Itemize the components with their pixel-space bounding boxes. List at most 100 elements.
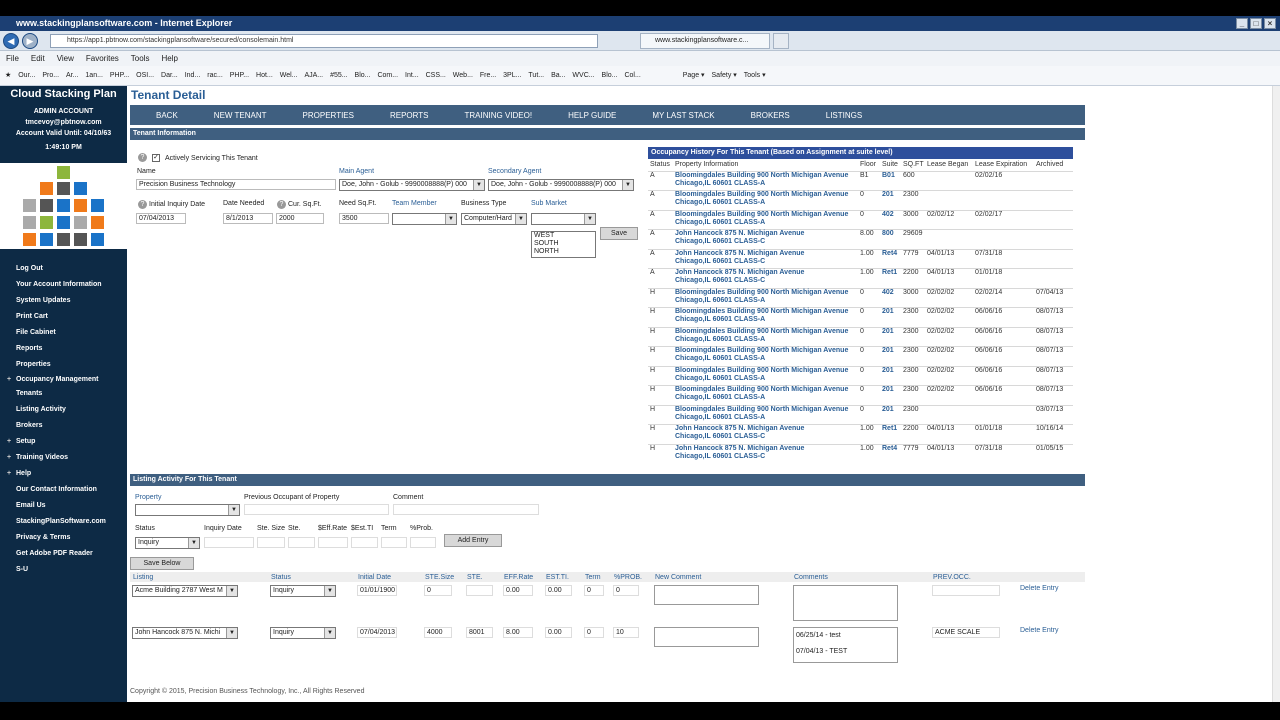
property-name[interactable]: John Hancock 875 N. Michigan Avenue	[675, 445, 858, 453]
property-link[interactable]: Bloomingdales Building 900 North Michiga…	[673, 365, 858, 386]
fav-item[interactable]: Our...	[18, 72, 35, 79]
favorites-star-icon[interactable]: ★	[5, 72, 11, 79]
prob-input[interactable]	[410, 537, 436, 548]
property-city[interactable]: Chicago,IL 60601 CLASS-A	[675, 316, 858, 324]
property-name[interactable]: John Hancock 875 N. Michigan Avenue	[675, 425, 858, 433]
fav-item[interactable]: Fre...	[480, 72, 496, 79]
date-needed-input[interactable]: 8/1/2013	[223, 213, 273, 224]
eff-rate-input[interactable]	[318, 537, 348, 548]
occupancy-suite[interactable]: Ret1	[880, 268, 901, 288]
property-link[interactable]: Bloomingdales Building 900 North Michiga…	[673, 307, 858, 327]
sidebar-listing-activity[interactable]: Listing Activity	[0, 402, 127, 418]
fav-item[interactable]: Wel...	[280, 72, 298, 79]
property-link[interactable]: Bloomingdales Building 900 North Michiga…	[673, 190, 858, 210]
fav-item[interactable]: Int...	[405, 72, 419, 79]
fav-item[interactable]: #55...	[330, 72, 348, 79]
new-comment-textarea[interactable]	[654, 585, 759, 605]
fav-item[interactable]: 3PL...	[503, 72, 521, 79]
sidebar-file-cabinet[interactable]: File Cabinet	[0, 325, 127, 341]
property-link[interactable]: Bloomingdales Building 900 North Michiga…	[673, 404, 858, 425]
menu-favorites[interactable]: Favorites	[86, 54, 119, 63]
name-input[interactable]: Precision Business Technology	[136, 179, 336, 190]
prev-occupant[interactable]	[932, 585, 1000, 596]
property-name[interactable]: Bloomingdales Building 900 North Michiga…	[675, 308, 858, 316]
listing-est-ti[interactable]: 0.00	[545, 585, 572, 596]
property-select[interactable]	[135, 504, 240, 516]
menu-tools[interactable]: Tools	[131, 54, 150, 63]
occupancy-suite[interactable]: 201	[880, 365, 901, 386]
prev-occupant-input[interactable]	[244, 504, 389, 515]
property-name[interactable]: Bloomingdales Building 900 North Michiga…	[675, 328, 858, 336]
property-name[interactable]: Bloomingdales Building 900 North Michiga…	[675, 406, 858, 414]
nav-new-tenant[interactable]: NEW TENANT	[204, 111, 277, 120]
nav-back[interactable]: BACK	[146, 111, 188, 120]
property-link[interactable]: Bloomingdales Building 900 North Michiga…	[673, 170, 858, 191]
page-menu[interactable]: Page ▾	[683, 72, 705, 79]
help-icon[interactable]: ?	[138, 153, 147, 162]
property-link[interactable]: Bloomingdales Building 900 North Michiga…	[673, 326, 858, 347]
sidebar-privacy[interactable]: Privacy & Terms	[0, 530, 127, 546]
menu-help[interactable]: Help	[161, 54, 177, 63]
property-name[interactable]: John Hancock 875 N. Michigan Avenue	[675, 230, 858, 238]
sidebar-help[interactable]: Help	[0, 466, 127, 482]
nav-properties[interactable]: PROPERTIES	[293, 111, 364, 120]
listing-prob[interactable]: 10	[613, 627, 639, 638]
actively-servicing-checkbox[interactable]: ✓	[152, 154, 160, 162]
property-link[interactable]: John Hancock 875 N. Michigan Avenue Chica…	[673, 268, 858, 288]
sidebar-account-info[interactable]: Your Account Information	[0, 277, 127, 293]
nav-brokers[interactable]: BROKERS	[741, 111, 800, 120]
occupancy-suite[interactable]: Ret4	[880, 248, 901, 269]
property-link[interactable]: John Hancock 875 N. Michigan Avenue Chica…	[673, 424, 858, 444]
ste-size-input[interactable]	[257, 537, 285, 548]
property-link[interactable]: Bloomingdales Building 900 North Michiga…	[673, 385, 858, 405]
nav-training-video[interactable]: TRAINING VIDEO!	[455, 111, 543, 120]
listing-select[interactable]: John Hancock 875 N. Michi	[132, 627, 238, 639]
property-name[interactable]: Bloomingdales Building 900 North Michiga…	[675, 289, 858, 297]
address-bar[interactable]: https://app1.pbtnow.com/stackingplansoft…	[50, 34, 598, 48]
delete-entry-link[interactable]: Delete Entry	[1020, 627, 1059, 634]
listing-status-select[interactable]: Inquiry	[270, 627, 336, 639]
sub-market-select[interactable]	[531, 213, 596, 225]
fav-item[interactable]: PHP...	[110, 72, 129, 79]
listing-term[interactable]: 0	[584, 585, 604, 596]
fav-item[interactable]: 1an...	[85, 72, 103, 79]
sidebar-contact[interactable]: Our Contact Information	[0, 482, 127, 498]
sidebar-reports[interactable]: Reports	[0, 341, 127, 357]
team-member-select[interactable]	[392, 213, 457, 225]
fav-item[interactable]: CSS...	[426, 72, 446, 79]
occupancy-suite[interactable]: 201	[880, 190, 901, 210]
listing-status-select[interactable]: Inquiry	[270, 585, 336, 597]
sidebar-su[interactable]: S-U	[0, 562, 127, 578]
prev-occupant[interactable]: ACME SCALE	[932, 627, 1000, 638]
secondary-agent-select[interactable]: Doe, John - Golub - 9990008888(P) 000	[488, 179, 634, 191]
nav-help-guide[interactable]: HELP GUIDE	[558, 111, 626, 120]
property-city[interactable]: Chicago,IL 60601 CLASS-C	[675, 453, 858, 461]
safety-menu[interactable]: Safety ▾	[712, 72, 737, 79]
save-below-button[interactable]: Save Below	[130, 557, 194, 570]
property-link[interactable]: John Hancock 875 N. Michigan Avenue Chica…	[673, 248, 858, 269]
ste-input[interactable]	[288, 537, 315, 548]
need-sqft-input[interactable]: 3500	[339, 213, 389, 224]
comments-textarea[interactable]	[793, 585, 898, 621]
sidebar-system-updates[interactable]: System Updates	[0, 293, 127, 309]
term-input[interactable]	[381, 537, 407, 548]
initial-inquiry-input[interactable]: 07/04/2013	[136, 213, 186, 224]
property-link[interactable]: Bloomingdales Building 900 North Michiga…	[673, 346, 858, 366]
fav-item[interactable]: Web...	[453, 72, 473, 79]
property-name[interactable]: Bloomingdales Building 900 North Michiga…	[675, 172, 858, 180]
forward-arrow-icon[interactable]: ▶	[22, 33, 38, 49]
property-name[interactable]: John Hancock 875 N. Michigan Avenue	[675, 269, 858, 277]
fav-item[interactable]: Com...	[377, 72, 398, 79]
property-name[interactable]: John Hancock 875 N. Michigan Avenue	[675, 250, 858, 258]
property-city[interactable]: Chicago,IL 60601 CLASS-A	[675, 297, 858, 305]
new-tab-button[interactable]	[773, 33, 789, 49]
property-name[interactable]: Bloomingdales Building 900 North Michiga…	[675, 367, 858, 375]
property-name[interactable]: Bloomingdales Building 900 North Michiga…	[675, 386, 858, 394]
browser-tab[interactable]: www.stackingplansoftware.c...	[640, 33, 770, 49]
sub-market-listbox[interactable]: WEST SOUTH NORTH	[531, 231, 596, 258]
fav-item[interactable]: Dar...	[161, 72, 178, 79]
fav-item[interactable]: Tut...	[528, 72, 544, 79]
property-city[interactable]: Chicago,IL 60601 CLASS-A	[675, 355, 858, 363]
sidebar-setup[interactable]: Setup	[0, 434, 127, 450]
occupancy-suite[interactable]: 402	[880, 287, 901, 308]
